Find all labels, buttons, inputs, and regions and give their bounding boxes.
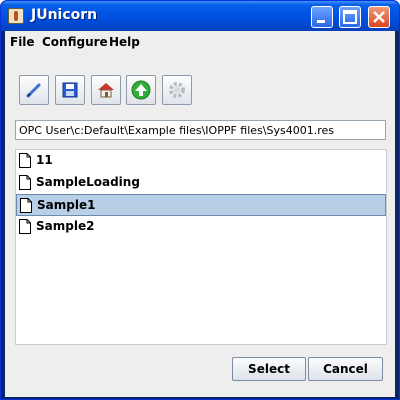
select-button[interactable]: Select [232,357,306,381]
java-app-icon [8,8,24,24]
list-item[interactable]: 11 [16,150,386,172]
menu-help[interactable]: Help [109,35,140,49]
maximize-button[interactable] [339,6,361,28]
document-icon [19,175,31,190]
list-item-label: Sample1 [37,198,96,212]
list-item-label: 11 [36,153,53,167]
upload-button[interactable] [126,75,156,105]
menu-file[interactable]: File [10,35,35,49]
save-icon [62,82,78,98]
save-button[interactable] [55,75,85,105]
cancel-button[interactable]: Cancel [308,357,383,381]
application-window: JUnicorn File Configure Help OPC User\c:… [0,0,400,400]
minimize-icon [317,20,325,23]
title-bar[interactable]: JUnicorn [1,1,399,31]
list-item-label: SampleLoading [36,175,140,189]
menu-bar: File Configure Help [5,31,395,53]
gear-icon [169,82,185,98]
client-area: File Configure Help OPC User\c:Default\E… [5,31,395,397]
path-field[interactable]: OPC User\c:Default\Example files\IOPPF f… [15,120,386,140]
edit-button[interactable] [19,75,49,105]
file-list[interactable]: 11 SampleLoading Sample1 Sample2 [15,149,387,345]
home-button[interactable] [91,75,121,105]
close-icon [373,11,385,23]
house-icon [98,83,114,98]
close-button[interactable] [368,6,390,28]
menu-configure[interactable]: Configure [42,35,108,49]
window-title: JUnicorn [31,7,98,23]
document-icon [19,219,31,234]
minimize-button[interactable] [311,6,333,28]
upload-arrow-icon [131,80,151,100]
list-item-label: Sample2 [36,219,95,233]
document-icon [20,198,32,213]
list-item[interactable]: SampleLoading [16,172,386,194]
settings-button[interactable] [162,75,192,105]
pen-icon [26,83,41,98]
list-item-selected[interactable]: Sample1 [16,194,386,216]
list-item[interactable]: Sample2 [16,216,386,238]
maximize-icon [343,10,357,24]
document-icon [19,153,31,168]
